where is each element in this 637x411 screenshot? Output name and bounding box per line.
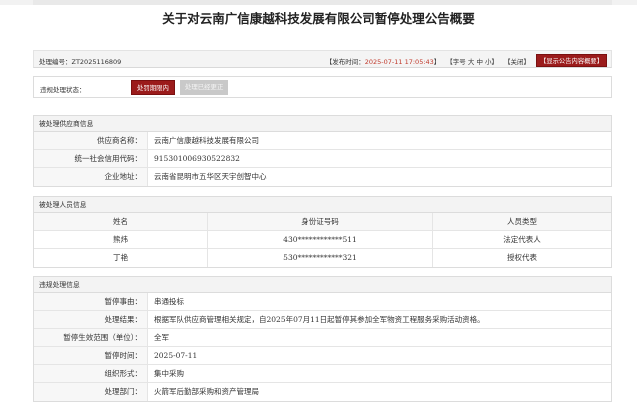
publish-time: 【发布时间：2025-07-11 17:05:43】 [326, 56, 441, 66]
table-row: 熊炜 430************511 法定代表人 [34, 231, 611, 249]
violation-value: 火箭军后勤部采购和资产管理局 [154, 387, 259, 396]
close-link[interactable]: 【关闭】 [504, 56, 530, 66]
violation-section: 违规处理信息 暂停事由： 串通投标 处理结果： 根据军队供应商管理相关规定，自2… [33, 276, 612, 402]
supplier-heading: 被处理供应商信息 [34, 116, 611, 132]
supplier-row: 供应商名称： 云南广信康越科技发展有限公司 [34, 132, 611, 150]
violation-key: 暂停时间： [34, 347, 148, 364]
font-size-suffix: 】 [491, 57, 499, 66]
font-medium-link[interactable]: 中 [476, 58, 483, 66]
info-bar: 处理编号：ZT2025116809 【发布时间：2025-07-11 17:05… [33, 50, 612, 68]
process-number-label: 处理编号： [39, 58, 72, 66]
violation-row: 处理结果： 根据军队供应商管理相关规定，自2025年07月11日起暂停其参加全军… [34, 311, 611, 329]
violation-row: 暂停事由： 串通投标 [34, 293, 611, 311]
font-size-prefix: 【字号 [446, 57, 466, 66]
violation-heading: 违规处理信息 [34, 277, 611, 293]
violation-key: 处理部门： [34, 383, 148, 401]
publish-suffix: 】 [433, 57, 441, 66]
publish-time-value: 2025-07-11 17:05:43 [364, 57, 434, 66]
top-band [0, 0, 637, 5]
violation-row: 暂停生效范围（单位）： 全军 [34, 329, 611, 347]
person-type: 授权代表 [507, 253, 537, 262]
supplier-row: 企业地址： 云南省昆明市五华区天宇创智中心 [34, 168, 611, 186]
status-label: 违规处理状态： [40, 86, 86, 94]
violation-value: 集中采购 [154, 369, 184, 378]
table-row: 丁艳 530************321 授权代表 [34, 249, 611, 267]
process-number: 处理编号：ZT2025116809 [39, 56, 121, 66]
publish-prefix: 【发布时间： [325, 57, 365, 66]
violation-key: 暂停事由： [34, 293, 148, 310]
person-id: 530************321 [208, 249, 433, 267]
violation-value: 串通投标 [154, 297, 184, 306]
supplier-value: 915301006930522832 [154, 154, 240, 163]
process-number-value: ZT2025116809 [71, 58, 122, 66]
font-large-link[interactable]: 大 [468, 58, 475, 66]
supplier-key: 企业地址： [34, 168, 148, 186]
persons-section: 被处理人员信息 姓名 身份证号码 人员类型 熊炜 430************… [33, 196, 612, 268]
show-summary-button[interactable]: 【显示公告内容概要】 [536, 54, 607, 67]
info-bar-actions: 【发布时间：2025-07-11 17:05:43】 【字号 大 中 小】 【关… [326, 54, 607, 67]
persons-table-header: 姓名 身份证号码 人员类型 [34, 213, 611, 231]
violation-value: 根据军队供应商管理相关规定，自2025年07月11日起暂停其参加全军物资工程服务… [154, 315, 485, 324]
violation-value: 2025-07-11 [154, 351, 198, 360]
violation-row: 暂停时间： 2025-07-11 [34, 347, 611, 365]
supplier-row: 统一社会信用代码： 915301006930522832 [34, 150, 611, 168]
persons-heading: 被处理人员信息 [34, 197, 611, 213]
status-tab-corrected[interactable]: 处理已经更正 [180, 80, 229, 95]
column-header-name: 姓名 [34, 213, 208, 230]
status-bar: 违规处理状态： 处罚期限内 处理已经更正 [33, 76, 612, 98]
person-type: 法定代表人 [503, 235, 541, 244]
supplier-key: 统一社会信用代码： [34, 150, 148, 167]
person-id: 430************511 [208, 231, 433, 248]
person-name: 丁艳 [34, 249, 208, 267]
person-name: 熊炜 [34, 231, 208, 248]
violation-key: 组织形式： [34, 365, 148, 382]
top-band-inner [33, 0, 612, 5]
supplier-section: 被处理供应商信息 供应商名称： 云南广信康越科技发展有限公司 统一社会信用代码：… [33, 115, 612, 187]
violation-value: 全军 [154, 333, 169, 342]
violation-row: 处理部门： 火箭军后勤部采购和资产管理局 [34, 383, 611, 401]
font-size-controls: 【字号 大 中 小】 [446, 56, 498, 66]
column-header-id: 身份证号码 [208, 213, 433, 230]
violation-key: 暂停生效范围（单位）： [34, 329, 148, 346]
page-title: 关于对云南广信康越科技发展有限公司暂停处理公告概要 [162, 11, 475, 26]
column-header-type: 人员类型 [507, 217, 537, 226]
supplier-key: 供应商名称： [34, 132, 148, 149]
violation-row: 组织形式： 集中采购 [34, 365, 611, 383]
supplier-value: 云南广信康越科技发展有限公司 [154, 136, 259, 145]
status-tab-active[interactable]: 处罚期限内 [131, 80, 175, 95]
supplier-value: 云南省昆明市五华区天宇创智中心 [154, 172, 267, 181]
violation-key: 处理结果： [34, 311, 148, 328]
